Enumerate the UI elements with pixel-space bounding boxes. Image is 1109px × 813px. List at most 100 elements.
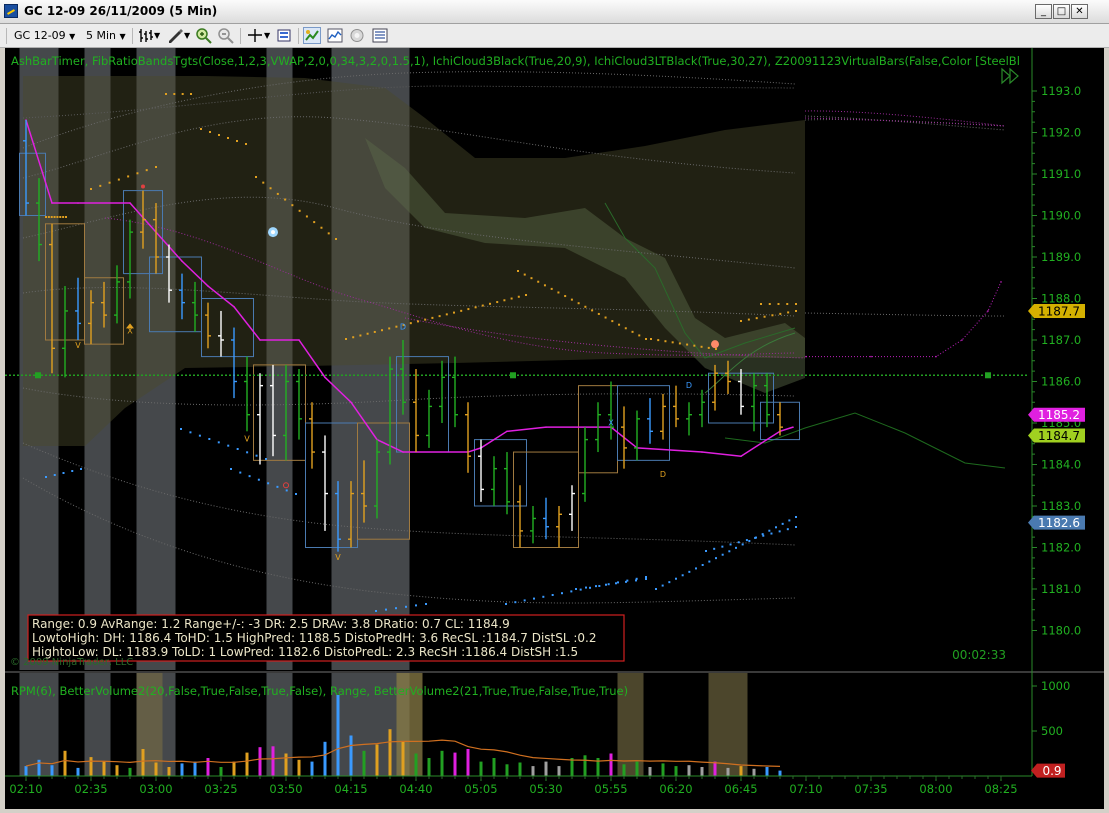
vwap-point bbox=[207, 285, 209, 287]
target-dot bbox=[474, 306, 477, 309]
properties-button[interactable] bbox=[275, 27, 293, 44]
window-title: GC 12-09 26/11/2009 (5 Min) bbox=[24, 4, 218, 18]
chevron-down-icon[interactable]: ▼ bbox=[264, 27, 270, 44]
vwap-point bbox=[51, 202, 53, 204]
chevron-down-icon[interactable]: ▼ bbox=[154, 27, 160, 44]
target-dot bbox=[108, 181, 111, 184]
target-dot bbox=[575, 588, 577, 590]
interval-selector[interactable]: 5 Min ▼ bbox=[86, 27, 128, 44]
volume-bar bbox=[752, 768, 756, 776]
drawing-tool-icon bbox=[169, 29, 183, 43]
time-axis-label: 06:20 bbox=[659, 782, 692, 796]
volume-bar bbox=[401, 741, 405, 776]
time-axis[interactable]: 02:10 02:35 03:00 03:25 03:50 04:15 04:40 05:05… bbox=[5, 775, 1032, 796]
small-circle-marker bbox=[141, 184, 145, 189]
volume-bar bbox=[544, 761, 548, 776]
instrument-label: GC 12-09 bbox=[14, 29, 66, 42]
volume-bar bbox=[206, 758, 210, 776]
target-dot bbox=[208, 438, 211, 440]
target-dot bbox=[585, 586, 587, 589]
projection-point bbox=[805, 355, 807, 358]
chart-trader-button[interactable] bbox=[371, 27, 389, 44]
signal-letter: D bbox=[686, 381, 692, 390]
volume-bar bbox=[362, 750, 366, 776]
target-dot bbox=[671, 341, 674, 344]
volume-bar bbox=[726, 767, 730, 776]
target-dot bbox=[181, 93, 184, 95]
volume-bar bbox=[414, 753, 418, 776]
price-tag-label: 1182.6 bbox=[1038, 516, 1080, 530]
time-axis-label: 03:00 bbox=[139, 782, 172, 796]
crosshair-button[interactable] bbox=[246, 27, 264, 44]
target-dot bbox=[62, 472, 65, 474]
zoom-out-button[interactable] bbox=[217, 27, 235, 44]
target-dot bbox=[550, 287, 553, 290]
close-button[interactable]: ✕ bbox=[1071, 4, 1088, 19]
data-box-button[interactable] bbox=[348, 27, 366, 44]
target-dot bbox=[257, 478, 260, 481]
target-dot bbox=[45, 476, 47, 478]
target-dot bbox=[320, 226, 323, 229]
indicators-button[interactable] bbox=[326, 27, 344, 44]
target-dot bbox=[542, 595, 545, 598]
window-titlebar: GC 12-09 26/11/2009 (5 Min) _ □ ✕ bbox=[0, 0, 1109, 24]
target-dot bbox=[638, 334, 641, 337]
target-dot bbox=[453, 311, 455, 314]
target-dot bbox=[236, 448, 239, 450]
target-dot bbox=[276, 485, 279, 488]
volume-bar bbox=[375, 744, 379, 776]
target-dot bbox=[624, 327, 627, 330]
target-dot bbox=[715, 348, 717, 350]
target-hit-marker bbox=[711, 340, 719, 349]
bar-type-button[interactable] bbox=[137, 27, 155, 44]
target-dot bbox=[47, 216, 50, 218]
target-dot bbox=[715, 557, 717, 560]
target-dot bbox=[525, 294, 527, 296]
target-dot bbox=[775, 526, 777, 529]
chevron-down-icon[interactable]: ▼ bbox=[184, 27, 190, 44]
maximize-button[interactable]: □ bbox=[1053, 4, 1070, 19]
volume-axis-label: 500 bbox=[1041, 724, 1063, 738]
chart-svg[interactable]: VVVDXDDX AshBarTimer, FibRatioBandsTgts(… bbox=[5, 48, 1104, 809]
target-dot bbox=[551, 594, 554, 596]
target-dot bbox=[655, 588, 657, 590]
target-dot bbox=[537, 280, 540, 283]
instrument-selector[interactable]: GC 12-09 ▼ bbox=[14, 27, 76, 44]
zoom-in-button[interactable] bbox=[195, 27, 213, 44]
target-dot bbox=[269, 187, 272, 190]
target-dot bbox=[678, 342, 681, 345]
volume-panel[interactable]: RPM(6), BetterVolume2(20,False,True,Fals… bbox=[11, 673, 782, 776]
volume-bar bbox=[193, 761, 197, 776]
volume-bar bbox=[24, 766, 28, 776]
volume-bar bbox=[37, 759, 41, 776]
target-dot bbox=[217, 441, 220, 444]
target-dot bbox=[748, 540, 751, 542]
volume-bar bbox=[154, 762, 158, 776]
target-dot bbox=[489, 302, 491, 305]
toolbar-grip bbox=[6, 28, 7, 44]
vwap-point bbox=[181, 260, 183, 262]
target-dot bbox=[285, 489, 288, 492]
chart-area[interactable]: VVVDXDDX AshBarTimer, FibRatioBandsTgts(… bbox=[5, 48, 1104, 809]
target-dot bbox=[741, 543, 744, 546]
price-axis[interactable]: 1193.01192.01191.01190.01189.01188.01187… bbox=[1028, 48, 1085, 778]
strategies-button[interactable] bbox=[303, 27, 321, 44]
price-panel[interactable]: VVVDXDDX AshBarTimer, FibRatioBandsTgts(… bbox=[5, 48, 1029, 670]
target-dot bbox=[239, 471, 242, 474]
drawing-tool-button[interactable] bbox=[166, 27, 184, 44]
target-dot bbox=[777, 303, 780, 305]
volume-bar bbox=[505, 764, 509, 776]
volume-bar bbox=[141, 749, 145, 776]
target-dot bbox=[768, 303, 771, 305]
minimize-button[interactable]: _ bbox=[1035, 4, 1052, 19]
stats-box: Range: 0.9 AvRange: 1.2 Range+/-: -3 DR:… bbox=[27, 614, 625, 662]
target-dot bbox=[395, 325, 398, 328]
time-axis-label: 05:05 bbox=[464, 782, 497, 796]
time-axis-label: 05:55 bbox=[594, 782, 627, 796]
target-dot bbox=[589, 586, 591, 589]
target-dot bbox=[267, 482, 270, 485]
volume-bar bbox=[271, 746, 275, 776]
toolbar-separator bbox=[240, 28, 241, 44]
volume-bar bbox=[50, 765, 54, 776]
target-dot bbox=[570, 298, 573, 301]
